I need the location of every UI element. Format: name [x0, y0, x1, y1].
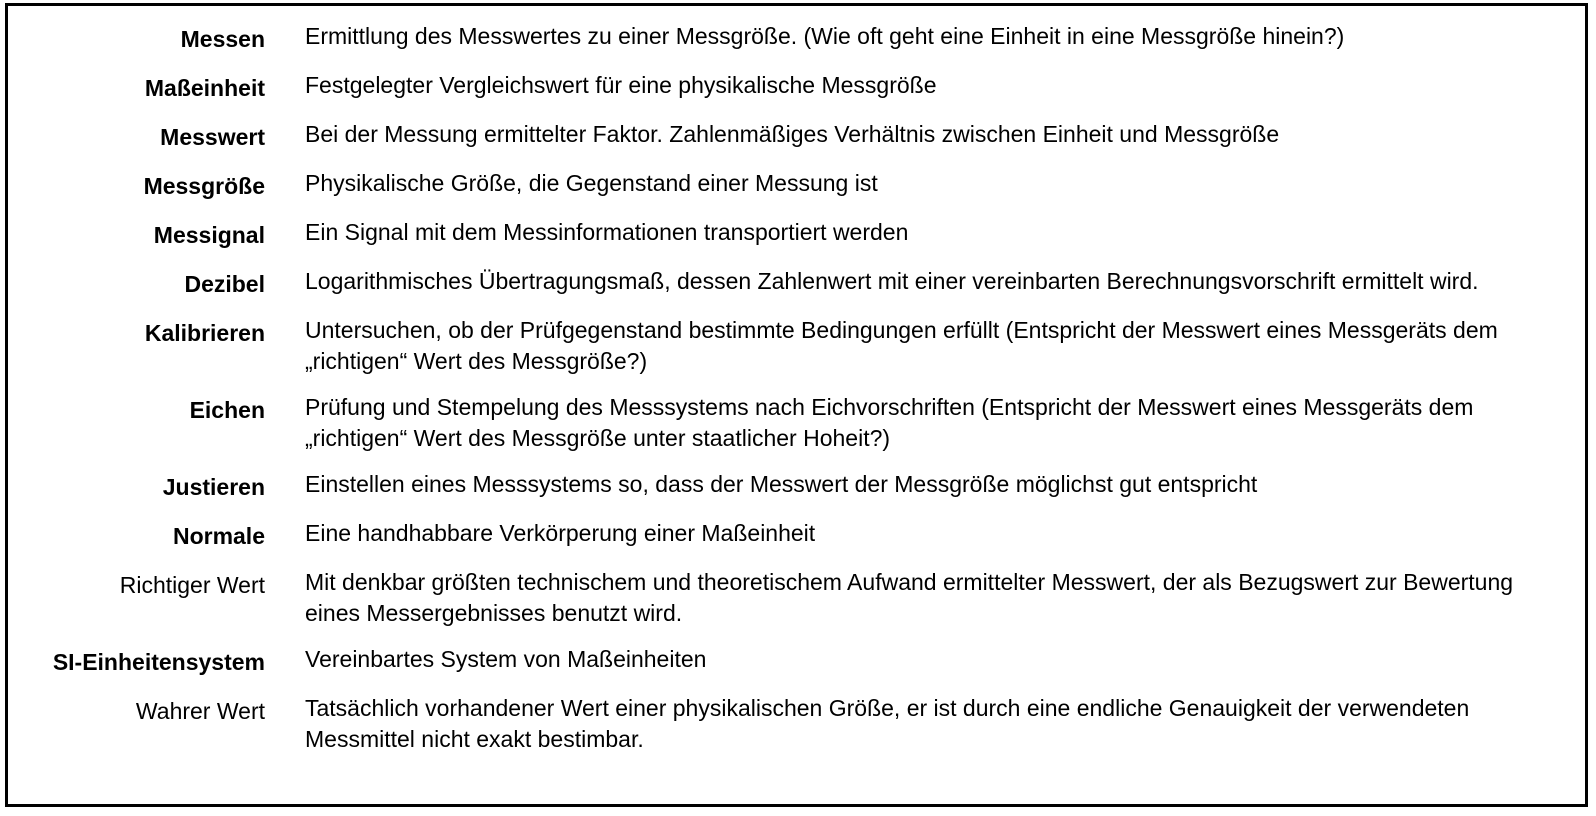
glossary-definition: Einstellen eines Messsystems so, dass de… [305, 471, 1258, 497]
glossary-definition: Ermittlung des Messwertes zu einer Messg… [305, 23, 1345, 49]
glossary-term: Messwert [160, 124, 265, 150]
glossary-term: Justieren [162, 474, 265, 500]
glossary-definition: Vereinbartes System von Maßeinheiten [305, 646, 707, 672]
glossary-term: Dezibel [184, 271, 265, 297]
glossary-row: Wahrer Wert Tatsächlich vorhandener Wert… [8, 693, 1588, 755]
glossary-definition: Ein Signal mit dem Messinformationen tra… [305, 219, 909, 245]
glossary-term: Wahrer Wert [135, 698, 265, 724]
glossary-row: Maßeinheit Festgelegter Vergleichswert f… [8, 70, 1588, 104]
glossary-definition: Logarithmisches Übertragungsmaß, dessen … [305, 268, 1479, 294]
glossary-term: Messen [180, 26, 265, 52]
glossary-row: Justieren Einstellen eines Messsystems s… [8, 469, 1588, 503]
glossary-term: SI-Einheitensystem [52, 649, 265, 675]
glossary-definition: Festgelegter Vergleichswert für eine phy… [305, 72, 937, 98]
glossary-row: Kalibrieren Untersuchen, ob der Prüfgege… [8, 315, 1588, 377]
glossary-row: Messen Ermittlung des Messwertes zu eine… [8, 21, 1588, 55]
glossary-definition: Bei der Messung ermittelter Faktor. Zahl… [305, 121, 1280, 147]
glossary-definition: Mit denkbar größten technischem und theo… [305, 569, 1514, 626]
glossary-term: Normale [172, 523, 265, 549]
glossary-row: Eichen Prüfung und Stempelung des Messsy… [8, 392, 1588, 454]
glossary-row: Messwert Bei der Messung ermittelter Fak… [8, 119, 1588, 153]
glossary-term: Richtiger Wert [119, 572, 265, 598]
glossary-list: Messen Ermittlung des Messwertes zu eine… [8, 21, 1588, 770]
glossary-term: Eichen [189, 397, 265, 423]
glossary-row: Messgröße Physikalische Größe, die Gegen… [8, 168, 1588, 202]
glossary-frame: Messen Ermittlung des Messwertes zu eine… [5, 3, 1588, 807]
glossary-definition: Prüfung und Stempelung des Messsystems n… [305, 394, 1474, 451]
glossary-definition: Tatsächlich vorhandener Wert einer physi… [305, 695, 1470, 752]
glossary-row: SI-Einheitensystem Vereinbartes System v… [8, 644, 1588, 678]
glossary-definition: Eine handhabbare Verkörperung einer Maße… [305, 520, 816, 546]
glossary-row: Messignal Ein Signal mit dem Messinforma… [8, 217, 1588, 251]
glossary-row: Normale Eine handhabbare Verkörperung ei… [8, 518, 1588, 552]
glossary-row: Dezibel Logarithmisches Übertragungsmaß,… [8, 266, 1588, 300]
glossary-term: Messgröße [143, 173, 265, 199]
glossary-term: Kalibrieren [144, 320, 265, 346]
glossary-row: Richtiger Wert Mit denkbar größten techn… [8, 567, 1588, 629]
glossary-definition: Physikalische Größe, die Gegenstand eine… [305, 170, 878, 196]
glossary-term: Maßeinheit [144, 75, 265, 101]
glossary-definition: Untersuchen, ob der Prüfgegenstand besti… [305, 317, 1498, 374]
glossary-term: Messignal [153, 222, 265, 248]
